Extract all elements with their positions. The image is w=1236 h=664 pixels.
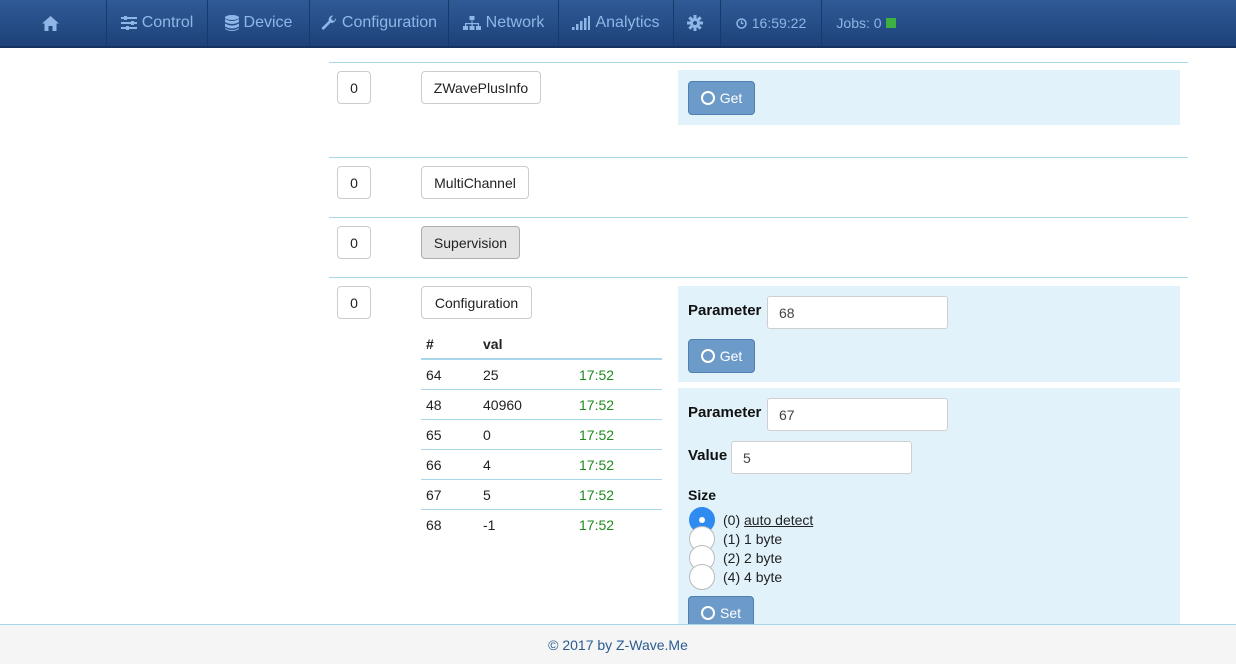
cc-name-button[interactable]: Configuration (421, 286, 532, 319)
cc-count-badge[interactable]: 0 (337, 286, 371, 319)
cc-name-button[interactable]: ZWavePlusInfo (421, 71, 541, 104)
nav-home[interactable] (0, 0, 107, 46)
column-header: val (478, 330, 574, 360)
cc-count-badge[interactable]: 0 (337, 166, 371, 199)
nav-configuration[interactable]: Configuration (310, 0, 449, 46)
param-value: 0 (478, 419, 574, 450)
nav-analytics-label: Analytics (595, 14, 660, 31)
table-row: 68 -1 17:52 (421, 509, 662, 539)
get-button-label: Get (719, 90, 743, 106)
param-value: 25 (478, 358, 574, 390)
clock-time: 16:59:22 (751, 15, 807, 31)
size-option-prefix: (4) (723, 569, 741, 585)
sitemap-icon (462, 15, 481, 30)
nav-device-label: Device (243, 14, 293, 31)
top-navbar: Control Device Configuration Network Ana… (0, 0, 1236, 48)
param-number: 66 (421, 449, 478, 480)
param-number: 48 (421, 389, 478, 420)
update-time: 17:52 (574, 358, 662, 390)
jobs-status-indicator (885, 18, 896, 28)
zwaveplusinfo-get-button[interactable]: Get (688, 81, 755, 115)
main-content: 0 ZWavePlusInfo Get 0 MultiChannel 0 Sup… (0, 48, 1236, 624)
nav-settings[interactable] (674, 0, 721, 46)
config-get-button[interactable]: Get (688, 339, 755, 373)
update-time: 17:52 (574, 389, 662, 420)
update-time: 17:52 (574, 449, 662, 480)
nav-control-label: Control (141, 14, 194, 31)
radio-icon[interactable] (689, 564, 715, 590)
cc-count-badge[interactable]: 0 (337, 71, 371, 104)
get-parameter-input[interactable]: 68 (767, 296, 948, 329)
set-button-label: Set (719, 605, 741, 621)
jobs-label: Jobs: 0 (836, 15, 882, 31)
circle-icon (700, 91, 715, 105)
set-value-input[interactable]: 5 (731, 441, 912, 474)
nav-configuration-label: Configuration (341, 14, 438, 31)
cc-name-button[interactable]: Supervision (421, 226, 520, 259)
circle-icon (700, 606, 715, 620)
sliders-icon (120, 16, 137, 30)
param-value: 40960 (478, 389, 574, 420)
clock-icon (736, 17, 747, 29)
table-row: 66 4 17:52 (421, 449, 662, 480)
home-icon (42, 15, 59, 31)
set-parameter-input[interactable]: 67 (767, 398, 948, 431)
circle-icon (700, 349, 715, 363)
nav-jobs[interactable]: Jobs: 0 (822, 0, 910, 46)
wrench-icon (321, 15, 336, 30)
column-header (574, 330, 662, 360)
table-row: 67 5 17:52 (421, 479, 662, 510)
gear-icon (686, 15, 703, 31)
nav-clock: 16:59:22 (721, 0, 822, 46)
column-header: # (421, 330, 478, 360)
config-values-table: # val 64 25 17:52 48 40960 17:52 65 0 17:52 66… (421, 330, 662, 539)
update-time: 17:52 (574, 509, 662, 539)
size-option-label: 4 byte (744, 569, 783, 585)
page-footer: © 2017 by Z-Wave.Me (0, 624, 1236, 664)
value-label: Value (688, 447, 728, 464)
database-icon (224, 15, 239, 31)
table-row: 64 25 17:52 (421, 358, 662, 390)
param-value: 4 (478, 449, 574, 480)
param-value: -1 (478, 509, 574, 539)
table-row: 65 0 17:52 (421, 419, 662, 450)
cc-count-badge[interactable]: 0 (337, 226, 371, 259)
update-time: 17:52 (574, 419, 662, 450)
parameter-label: Parameter (688, 404, 762, 421)
copyright-text: © 2017 by Z-Wave.Me (548, 636, 688, 653)
nav-analytics[interactable]: Analytics (559, 0, 674, 46)
parameter-label: Parameter (688, 302, 762, 319)
param-number: 67 (421, 479, 478, 510)
update-time: 17:52 (574, 479, 662, 510)
table-row: 48 40960 17:52 (421, 389, 662, 420)
signal-bars-icon (572, 16, 591, 30)
param-number: 64 (421, 358, 478, 390)
nav-network-label: Network (485, 14, 545, 31)
param-number: 68 (421, 509, 478, 539)
nav-control[interactable]: Control (107, 0, 208, 46)
nav-device[interactable]: Device (208, 0, 310, 46)
size-option-4byte[interactable]: (4) 4 byte (689, 564, 782, 590)
config-set-button[interactable]: Set (688, 596, 754, 624)
param-value: 5 (478, 479, 574, 510)
nav-network[interactable]: Network (449, 0, 559, 46)
size-label: Size (688, 487, 717, 503)
table-header-row: # val (421, 330, 662, 360)
get-button-label: Get (719, 348, 743, 364)
cc-name-button[interactable]: MultiChannel (421, 166, 529, 199)
param-number: 65 (421, 419, 478, 450)
